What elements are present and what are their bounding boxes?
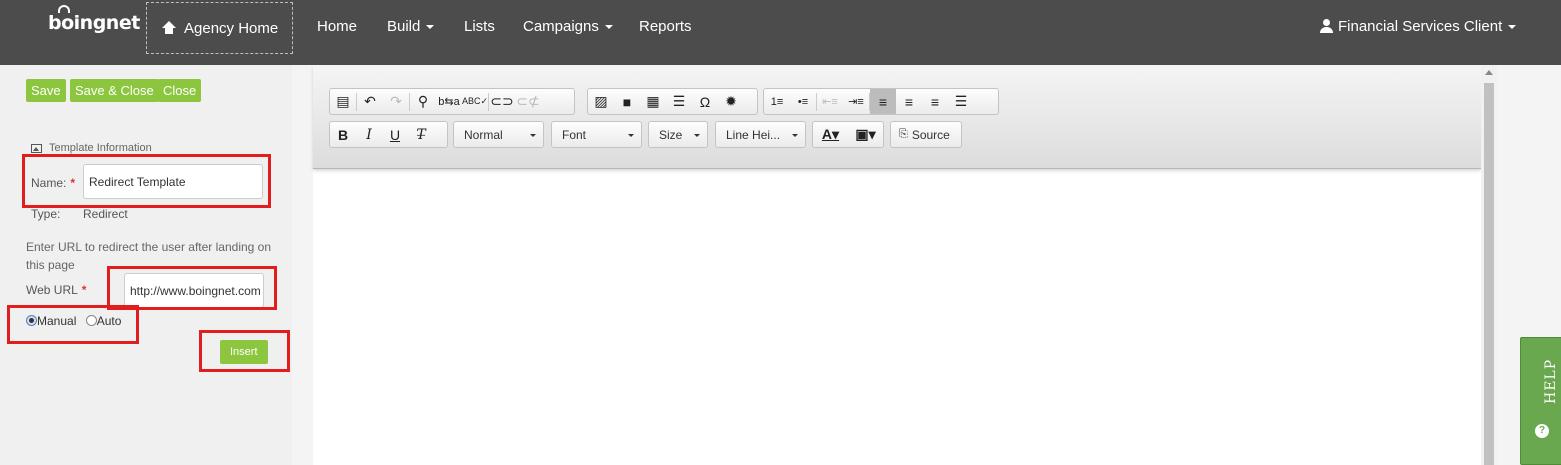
top-navbar: boingnet Agency Home Home Build Lists Ca… [0,0,1561,65]
unlink-icon[interactable]: ⊂⊄ [515,89,541,114]
format-select[interactable]: Normal [453,121,544,148]
remove-format-icon[interactable]: T̶ [408,122,434,147]
font-select[interactable]: Font [551,121,642,148]
chevron-down-icon [1508,25,1517,30]
size-select-value: Size [659,127,683,142]
help-tab-label: HELP [1543,358,1559,404]
omega-icon[interactable]: Ω [692,89,718,114]
image-icon [31,143,42,153]
rich-text-editor[interactable]: ▤ ↶ ↷ ⚲ b⇆a ABC✓ ⊂⊃ ⊂⊄ ▨ ■ ▦ ☰ Ω ✹ 1≡ •≡… [313,65,1481,465]
gear-icon[interactable]: ✹ [718,89,744,114]
user-menu[interactable]: Financial Services Client [1320,18,1517,35]
nav-campaigns[interactable]: Campaigns [523,18,613,35]
editor-toolbar: ▤ ↶ ↷ ⚲ b⇆a ABC✓ ⊂⊃ ⊂⊄ ▨ ■ ▦ ☰ Ω ✹ 1≡ •≡… [313,65,1481,169]
table-icon[interactable]: ▦ [640,89,666,114]
editor-scrollbar[interactable] [1481,65,1497,465]
nav-build-label: Build [387,18,421,35]
redo-icon[interactable]: ↷ [383,89,409,114]
chevron-down-icon [530,134,536,137]
line-height-select[interactable]: Line Hei... [715,121,806,148]
toolbar-group-insert: ▨ ■ ▦ ☰ Ω ✹ [587,88,758,115]
source-icon: ⎘ [899,128,908,140]
bulleted-list-icon[interactable]: •≡ [790,89,816,114]
source-button[interactable]: ⎘ Source [890,121,962,148]
align-right-icon[interactable]: ≡ [922,89,948,114]
justify-icon[interactable]: ☰ [948,89,974,114]
toolbar-group-clipboard: ▤ ↶ ↷ ⚲ b⇆a ABC✓ ⊂⊃ ⊂⊄ [329,88,575,115]
toolbar-group-paragraph: 1≡ •≡ ⇤≡ ⇥≡ ≡ ≡ ≡ ☰ [763,88,999,115]
chevron-down-icon [694,134,700,137]
close-button[interactable]: Close [158,79,202,102]
horizontal-rule-icon[interactable]: ☰ [666,89,692,114]
user-name: Financial Services Client [1338,18,1503,35]
chevron-down-icon [426,25,435,30]
scrollbar-thumb[interactable] [1484,83,1494,465]
web-url-label-text: Web URL [26,283,78,297]
user-icon [1320,19,1333,33]
align-left-icon[interactable]: ≡ [870,89,896,114]
save-close-button[interactable]: Save & Close [70,79,159,102]
underline-icon[interactable]: U [382,122,408,147]
section-title-text: Template Information [49,142,152,154]
help-tab[interactable]: HELP ? [1520,337,1561,465]
source-button-label: Source [911,127,950,142]
format-select-value: Normal [464,127,503,142]
highlight-name-field [22,154,271,208]
section-title: Template Information [31,142,152,154]
chevron-down-icon [628,134,634,137]
toolbar-group-colors: A▾ ▣▾ [812,121,884,148]
home-icon [162,21,176,35]
clipboard-icon[interactable]: ▤ [330,89,356,114]
outdent-icon[interactable]: ⇤≡ [817,89,843,114]
indent-icon[interactable]: ⇥≡ [843,89,869,114]
nav-build[interactable]: Build [387,18,435,35]
type-value: Redirect [83,207,128,221]
highlight-web-url-field [107,266,277,310]
chevron-down-icon [792,134,798,137]
text-color-icon[interactable]: A▾ [813,122,848,147]
template-sidebar: Save Save & Close Close Template Informa… [0,65,292,465]
toolbar-group-basicstyles: B I U T̶ [329,121,448,148]
highlight-insert-button [199,330,290,372]
boingnet-logo[interactable]: boingnet [48,12,140,34]
nav-home[interactable]: Home [317,18,357,35]
align-center-icon[interactable]: ≡ [896,89,922,114]
nav-reports[interactable]: Reports [639,18,692,35]
agency-home-label: Agency Home [184,19,279,37]
line-height-select-value: Line Hei... [726,127,781,142]
nav-campaigns-label: Campaigns [523,18,599,35]
replace-icon[interactable]: b⇆a [436,89,462,114]
background-color-icon[interactable]: ▣▾ [848,122,883,147]
save-button[interactable]: Save [26,79,66,102]
required-marker: * [81,283,87,297]
image-icon[interactable]: ▨ [588,89,614,114]
numbered-list-icon[interactable]: 1≡ [764,89,790,114]
italic-icon[interactable]: I [356,122,382,147]
video-icon[interactable]: ■ [614,89,640,114]
type-label: Type: [31,207,61,221]
search-icon[interactable]: ⚲ [410,89,436,114]
highlight-radio-group [7,305,139,344]
nav-lists[interactable]: Lists [464,18,495,35]
bold-icon[interactable]: B [330,122,356,147]
size-select[interactable]: Size [648,121,708,148]
chevron-down-icon [604,25,613,30]
undo-icon[interactable]: ↶ [357,89,383,114]
web-url-label: Web URL * [26,283,86,297]
font-select-value: Font [562,127,587,142]
question-icon: ? [1535,424,1549,438]
agency-home-button[interactable]: Agency Home [146,2,293,54]
spellcheck-icon[interactable]: ABC✓ [462,89,488,114]
scroll-up-arrow[interactable] [1485,70,1493,75]
link-icon[interactable]: ⊂⊃ [489,89,515,114]
